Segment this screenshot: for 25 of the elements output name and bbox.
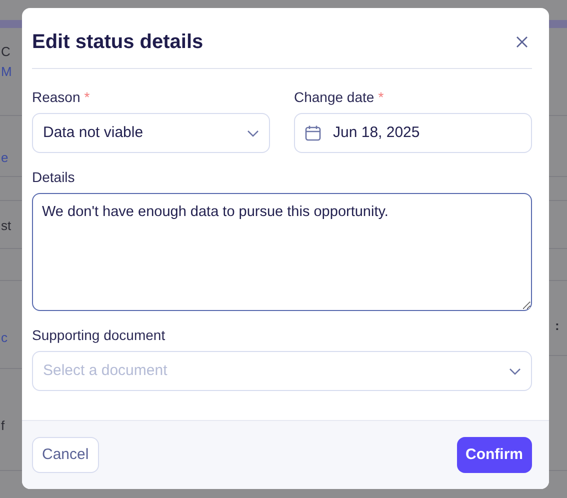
date-field[interactable]: Jun 18, 2025	[294, 113, 532, 153]
field-label: Change date	[294, 89, 374, 105]
chevron-down-icon	[509, 368, 521, 374]
background-text: e	[1, 150, 8, 166]
background-text: :	[555, 318, 560, 334]
field-label: Details	[32, 169, 75, 185]
chevron-down-icon	[247, 130, 259, 136]
background-text: st	[1, 218, 12, 234]
required-mark: *	[84, 89, 90, 105]
details-field[interactable]: We don't have enough data to pursue this opportunity.	[32, 193, 532, 311]
field-label: Supporting document	[32, 327, 166, 343]
background-text: f	[1, 418, 5, 434]
background-text: C	[1, 44, 10, 60]
header-bar	[0, 20, 22, 28]
confirm-button[interactable]: Confirm	[456, 437, 532, 473]
required-mark: *	[378, 89, 384, 105]
cancel-button[interactable]: Cancel	[32, 437, 99, 473]
dialog-title: Edit status details	[32, 30, 204, 54]
background-text: c	[1, 330, 8, 346]
header-bar	[549, 20, 567, 28]
field-label: Reason	[32, 89, 80, 105]
close-icon	[516, 36, 528, 48]
background-text: M	[1, 64, 12, 80]
calendar-icon	[305, 125, 321, 141]
reason-select[interactable]: Data not viable	[32, 113, 270, 153]
